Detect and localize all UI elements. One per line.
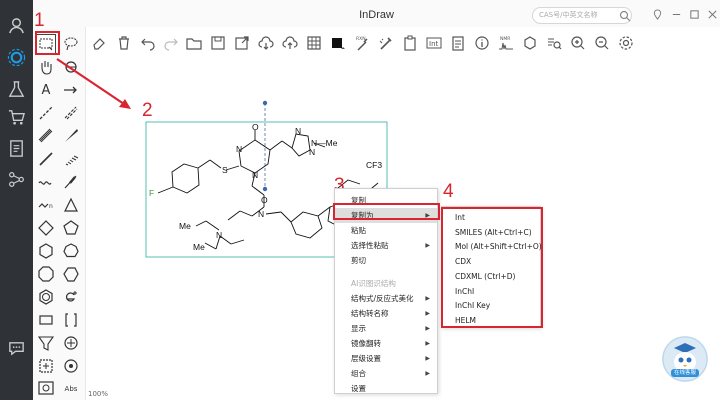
atom-me2: Me — [179, 221, 191, 231]
annotation-box-select-tool — [35, 31, 60, 55]
context-menu-item-label: 剪切 — [351, 256, 366, 265]
submenu-arrow-icon: ▶ — [425, 340, 430, 347]
rotate-handle[interactable] — [262, 100, 268, 106]
atom-cf3: CF3 — [366, 160, 382, 170]
atom-n-amine: N — [216, 230, 222, 240]
atom-n-methyl: N—Me — [311, 138, 338, 148]
annotation-box-submenu — [441, 207, 543, 328]
atom-s: S — [222, 165, 228, 175]
atom-o2: O — [261, 195, 268, 205]
atom-n5: N — [258, 209, 264, 219]
context-menu-item-label: 粘贴 — [351, 226, 366, 235]
context-menu-item-label: AI识图识结构 — [351, 279, 396, 288]
submenu-arrow-icon: ▶ — [425, 325, 430, 332]
atom-n3: N — [295, 126, 301, 136]
annotation-label-1: 1 — [34, 10, 45, 31]
atom-me3: Me — [193, 242, 205, 252]
submenu-arrow-icon: ▶ — [425, 242, 430, 249]
atom-o: O — [252, 122, 259, 132]
context-menu-item[interactable]: 结构转名称 ▶ — [335, 306, 437, 321]
annotation-box-copy-as — [333, 203, 440, 220]
context-menu-item[interactable]: 镜像翻转 ▶ — [335, 336, 437, 351]
context-menu-item[interactable]: 显示 ▶ — [335, 321, 437, 336]
annotation-label-4: 4 — [443, 181, 454, 202]
context-menu-item-label: 层级设置 — [351, 354, 381, 363]
online-support-button[interactable]: 在线客服 — [662, 336, 708, 382]
submenu-arrow-icon: ▶ — [425, 355, 430, 362]
context-menu-item[interactable]: 组合 ▶ — [335, 366, 437, 381]
online-support-label: 在线客服 — [673, 370, 696, 376]
annotation-arrowhead — [119, 99, 131, 109]
context-menu-item[interactable]: 粘贴 — [335, 223, 437, 238]
context-menu-item[interactable]: 层级设置 ▶ — [335, 351, 437, 366]
submenu-arrow-icon: ▶ — [425, 370, 430, 377]
context-menu-item-label: 显示 — [351, 324, 366, 333]
context-menu-item-label: 设置 — [351, 384, 366, 393]
context-menu-item-label: 组合 — [351, 369, 366, 378]
context-menu-item: AI识图识结构 — [335, 276, 437, 291]
context-menu-item-label: 结构式/反应式美化 — [351, 294, 414, 303]
annotation-label-2: 2 — [142, 100, 153, 121]
annotation-arrow — [56, 58, 125, 105]
atom-f: F — [149, 188, 154, 198]
context-menu-item[interactable]: 设置 — [335, 381, 437, 396]
submenu-arrow-icon: ▶ — [425, 295, 430, 302]
context-menu-item-label: 结构转名称 — [351, 309, 389, 318]
atom-n2: N — [252, 170, 258, 180]
context-menu-item-label: 镜像翻转 — [351, 339, 381, 348]
context-menu-item[interactable]: 选择性粘贴 ▶ — [335, 238, 437, 253]
context-menu-item[interactable]: 结构式/反应式美化 ▶ — [335, 291, 437, 306]
center-handle[interactable] — [262, 186, 268, 192]
context-menu-item[interactable]: 剪切 — [335, 253, 437, 268]
atom-n1: N — [236, 144, 242, 154]
submenu-arrow-icon: ▶ — [425, 310, 430, 317]
context-menu-item-label: 选择性粘贴 — [351, 241, 389, 250]
atom-n4: N — [309, 147, 315, 157]
